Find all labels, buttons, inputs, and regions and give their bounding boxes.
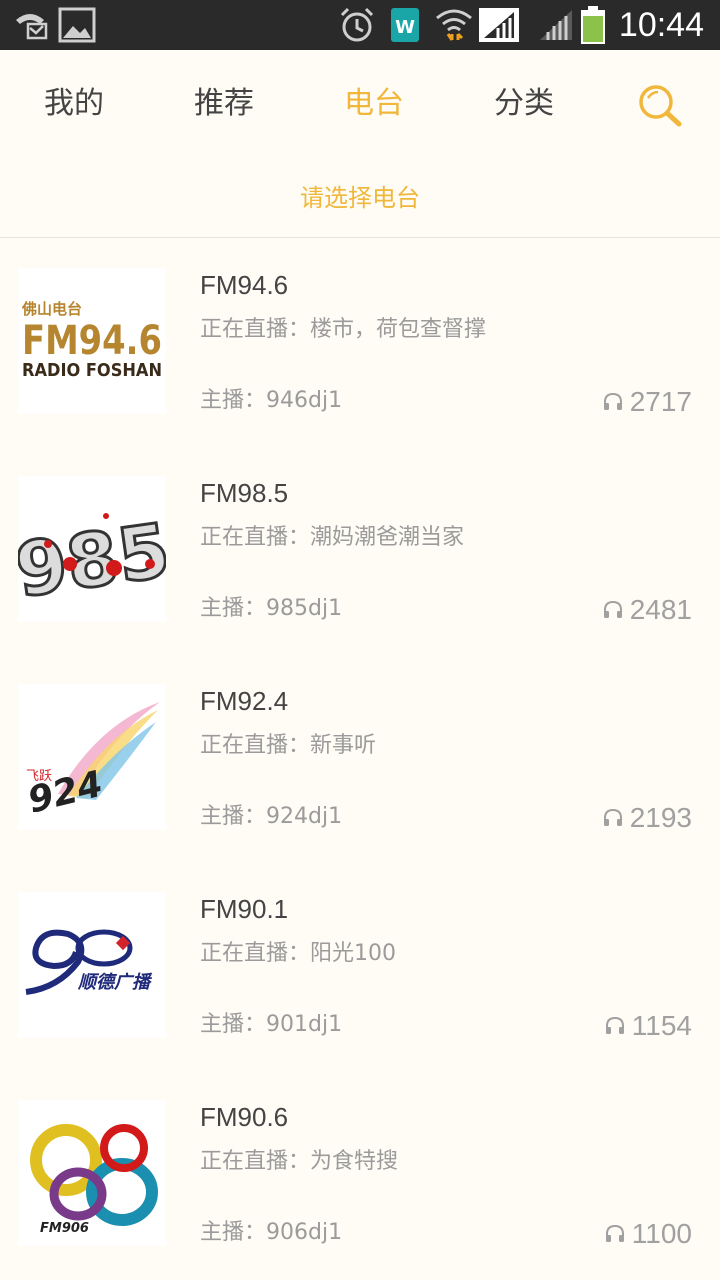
listener-count: 2481 bbox=[602, 592, 692, 628]
image-icon bbox=[58, 7, 96, 43]
select-station-label: 请选择电台 bbox=[300, 184, 420, 212]
headphones-icon bbox=[603, 600, 622, 618]
station-host: 主播：924dj1 bbox=[200, 804, 343, 829]
station-live-program: 正在直播：为食特搜 bbox=[200, 1149, 399, 1174]
listener-count-value: 2717 bbox=[629, 386, 692, 417]
clock-time: 10:44 bbox=[618, 6, 704, 44]
station-live-program: 正在直播：楼市，荷包查督撑 bbox=[200, 317, 487, 342]
station-name: FM90.6 bbox=[200, 1102, 289, 1132]
station-host: 主播：901dj1 bbox=[200, 1012, 343, 1037]
tab-category[interactable]: 分类 bbox=[464, 82, 584, 126]
logo-fm946-bottom: RADIO FOSHAN bbox=[22, 360, 162, 381]
station-logo-fm924: 飞跃 924 bbox=[18, 684, 166, 830]
station-logo-fm985: 985 bbox=[18, 476, 166, 622]
listener-count-value: 2193 bbox=[629, 802, 692, 833]
signal-icon-2 bbox=[540, 10, 572, 40]
tab-recommend[interactable]: 推荐 bbox=[164, 82, 284, 126]
station-name: FM94.6 bbox=[200, 270, 289, 300]
logo-fm946-top: 佛山电台 bbox=[21, 300, 82, 318]
station-host: 主播：906dj1 bbox=[200, 1220, 343, 1245]
listener-count: 2717 bbox=[602, 384, 692, 420]
logo-fm901-main: 顺德广播 bbox=[77, 972, 153, 993]
station-logo-fm906: FM906 bbox=[18, 1100, 166, 1246]
station-host: 主播：985dj1 bbox=[200, 596, 343, 621]
headphones-icon bbox=[603, 808, 622, 826]
battery-icon bbox=[581, 6, 605, 44]
tab-radio[interactable]: 电台 bbox=[314, 82, 434, 126]
logo-fm946-main: FM94.6 bbox=[22, 318, 162, 364]
station-row-fm924[interactable]: 飞跃 924 FM92.4 正在直播：新事听 主播：924dj1 2193 bbox=[0, 654, 720, 862]
listener-count-value: 1154 bbox=[631, 1010, 692, 1041]
station-row-fm946[interactable]: 佛山电台 FM94.6 RADIO FOSHAN FM94.6 正在直播：楼市，… bbox=[0, 238, 720, 446]
alarm-icon bbox=[340, 7, 374, 42]
headphones-icon bbox=[605, 1224, 624, 1242]
station-live-program: 正在直播：阳光100 bbox=[200, 941, 396, 966]
station-name: FM98.5 bbox=[200, 478, 289, 508]
tab-mine[interactable]: 我的 bbox=[14, 82, 134, 126]
station-logo-fm946: 佛山电台 FM94.6 RADIO FOSHAN bbox=[18, 268, 166, 414]
status-bar: W 10:44 bbox=[0, 0, 720, 50]
select-station-header: 请选择电台 bbox=[0, 160, 720, 238]
station-live-program: 正在直播：潮妈潮爸潮当家 bbox=[200, 525, 465, 550]
missed-call-icon bbox=[16, 14, 48, 40]
wifi-icon bbox=[436, 9, 472, 41]
listener-count: 1100 bbox=[604, 1216, 692, 1252]
search-icon[interactable] bbox=[636, 82, 686, 130]
station-name: FM90.1 bbox=[200, 894, 289, 924]
listener-count: 1154 bbox=[604, 1008, 692, 1044]
headphones-icon bbox=[603, 392, 622, 410]
app-w-icon: W bbox=[391, 8, 419, 42]
station-host: 主播：946dj1 bbox=[200, 388, 343, 413]
station-row-fm901[interactable]: 顺德广播 FM90.1 正在直播：阳光100 主播：901dj1 1154 bbox=[0, 862, 720, 1070]
logo-fm906-main: FM906 bbox=[40, 1221, 89, 1236]
headphones-icon bbox=[605, 1016, 624, 1034]
station-logo-fm901: 顺德广播 bbox=[18, 892, 166, 1038]
listener-count: 2193 bbox=[602, 800, 692, 836]
listener-count-value: 1100 bbox=[631, 1218, 692, 1249]
station-row-fm985[interactable]: 985 FM98.5 正在直播：潮妈潮爸潮当家 主播：985dj1 2481 bbox=[0, 446, 720, 654]
app-w-badge: W bbox=[395, 17, 415, 38]
station-row-fm906[interactable]: FM906 FM90.6 正在直播：为食特搜 主播：906dj1 1100 bbox=[0, 1070, 720, 1278]
station-name: FM92.4 bbox=[200, 686, 289, 716]
listener-count-value: 2481 bbox=[629, 594, 692, 625]
signal-icon bbox=[479, 8, 519, 42]
top-nav: 我的 推荐 电台 分类 bbox=[0, 50, 720, 160]
station-live-program: 正在直播：新事听 bbox=[200, 733, 377, 758]
